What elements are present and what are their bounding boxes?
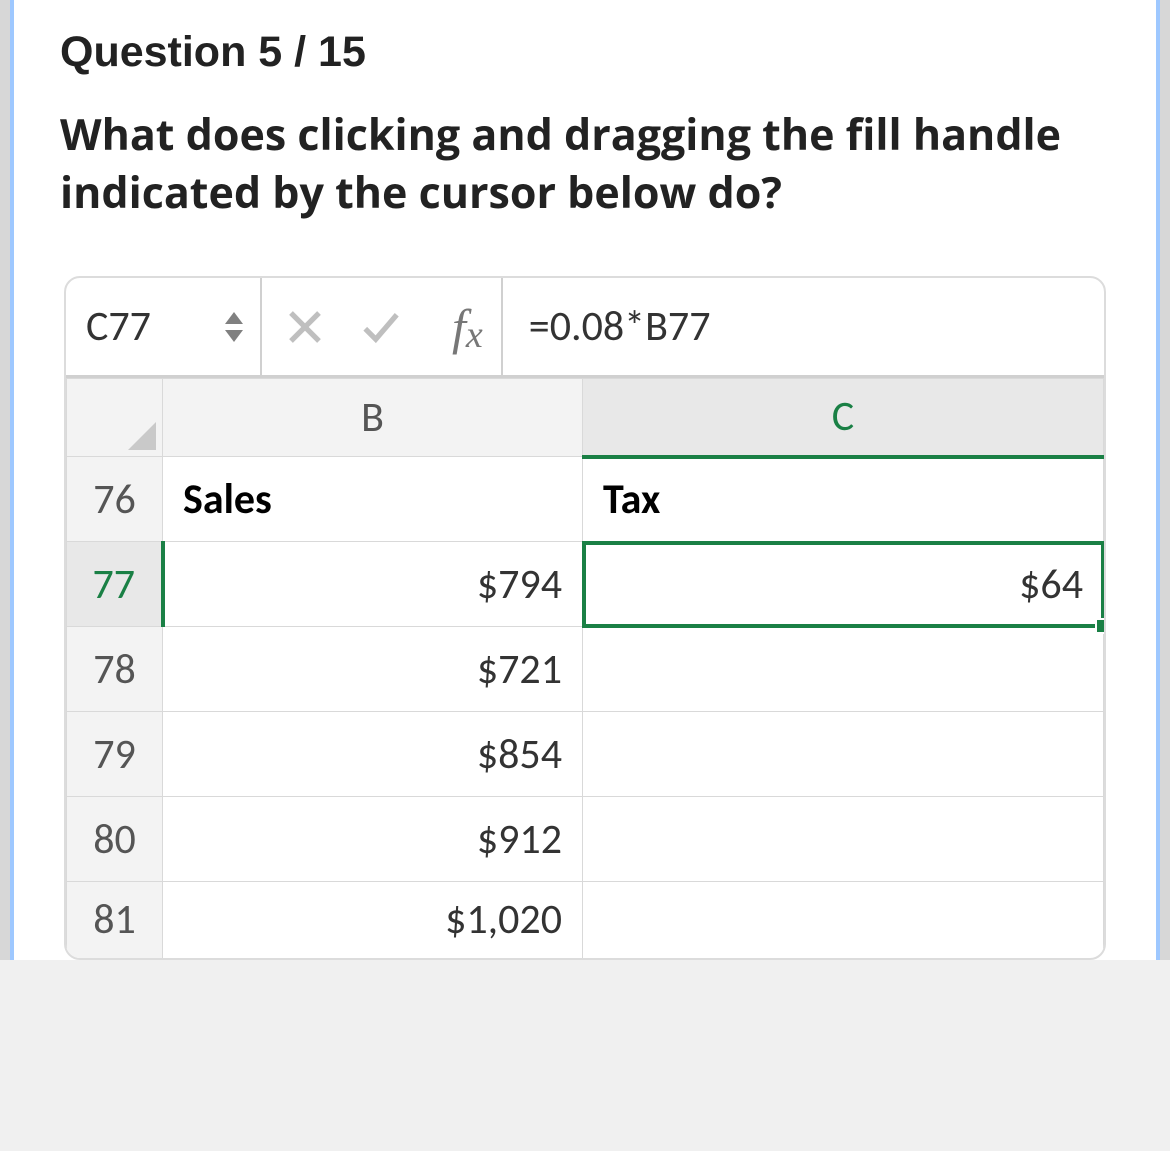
question-counter: Question 5 / 15 — [60, 28, 1110, 77]
caret-up-icon — [224, 311, 244, 325]
column-header-b[interactable]: B — [163, 379, 583, 457]
table-row: 79 $854 — [67, 712, 1104, 797]
table-row: 80 $912 — [67, 797, 1104, 882]
excel-screenshot: C77 fx — [64, 276, 1106, 960]
row-header[interactable]: 76 — [67, 457, 163, 542]
cell-c81[interactable] — [583, 882, 1104, 958]
question-text: What does clicking and dragging the fill… — [60, 105, 1110, 221]
column-header-c[interactable]: C — [583, 379, 1104, 457]
table-row: 81 $1,020 — [67, 882, 1104, 958]
caret-down-icon — [224, 329, 244, 343]
cell-c77-value: $64 — [1019, 559, 1083, 610]
table-row: 78 $721 — [67, 627, 1104, 712]
fx-label[interactable]: fx — [424, 278, 501, 375]
cell-b77[interactable]: $794 — [163, 542, 583, 627]
fx-icon: fx — [452, 298, 483, 356]
fill-handle[interactable] — [1095, 618, 1106, 634]
cell-b76[interactable]: Sales — [163, 457, 583, 542]
row-header[interactable]: 78 — [67, 627, 163, 712]
spreadsheet-grid: B C 76 Sales Tax 77 $794 $64 — [66, 378, 1104, 958]
select-all-triangle-icon — [128, 422, 156, 450]
cell-b80[interactable]: $912 — [163, 797, 583, 882]
table-row: 77 $794 $64 — [67, 542, 1104, 627]
cell-c79[interactable] — [583, 712, 1104, 797]
select-all-corner[interactable] — [67, 379, 163, 457]
enter-icon[interactable] — [360, 306, 402, 348]
name-box-stepper[interactable] — [224, 311, 244, 343]
name-box[interactable]: C77 — [66, 278, 262, 375]
cell-c77[interactable]: $64 — [583, 542, 1104, 627]
cancel-icon[interactable] — [284, 306, 326, 348]
formula-bar-buttons — [262, 278, 424, 375]
cell-c78[interactable] — [583, 627, 1104, 712]
formula-bar: C77 fx — [66, 278, 1104, 378]
cell-b81[interactable]: $1,020 — [163, 882, 583, 958]
cell-c80[interactable] — [583, 797, 1104, 882]
cell-c76[interactable]: Tax — [583, 457, 1104, 542]
row-header[interactable]: 79 — [67, 712, 163, 797]
row-header[interactable]: 77 — [67, 542, 163, 627]
table-row: 76 Sales Tax — [67, 457, 1104, 542]
name-box-value: C77 — [86, 301, 151, 352]
cell-b79[interactable]: $854 — [163, 712, 583, 797]
cell-b78[interactable]: $721 — [163, 627, 583, 712]
row-header[interactable]: 81 — [67, 882, 163, 958]
row-header[interactable]: 80 — [67, 797, 163, 882]
formula-input[interactable]: =0.08*B77 — [503, 278, 1104, 375]
